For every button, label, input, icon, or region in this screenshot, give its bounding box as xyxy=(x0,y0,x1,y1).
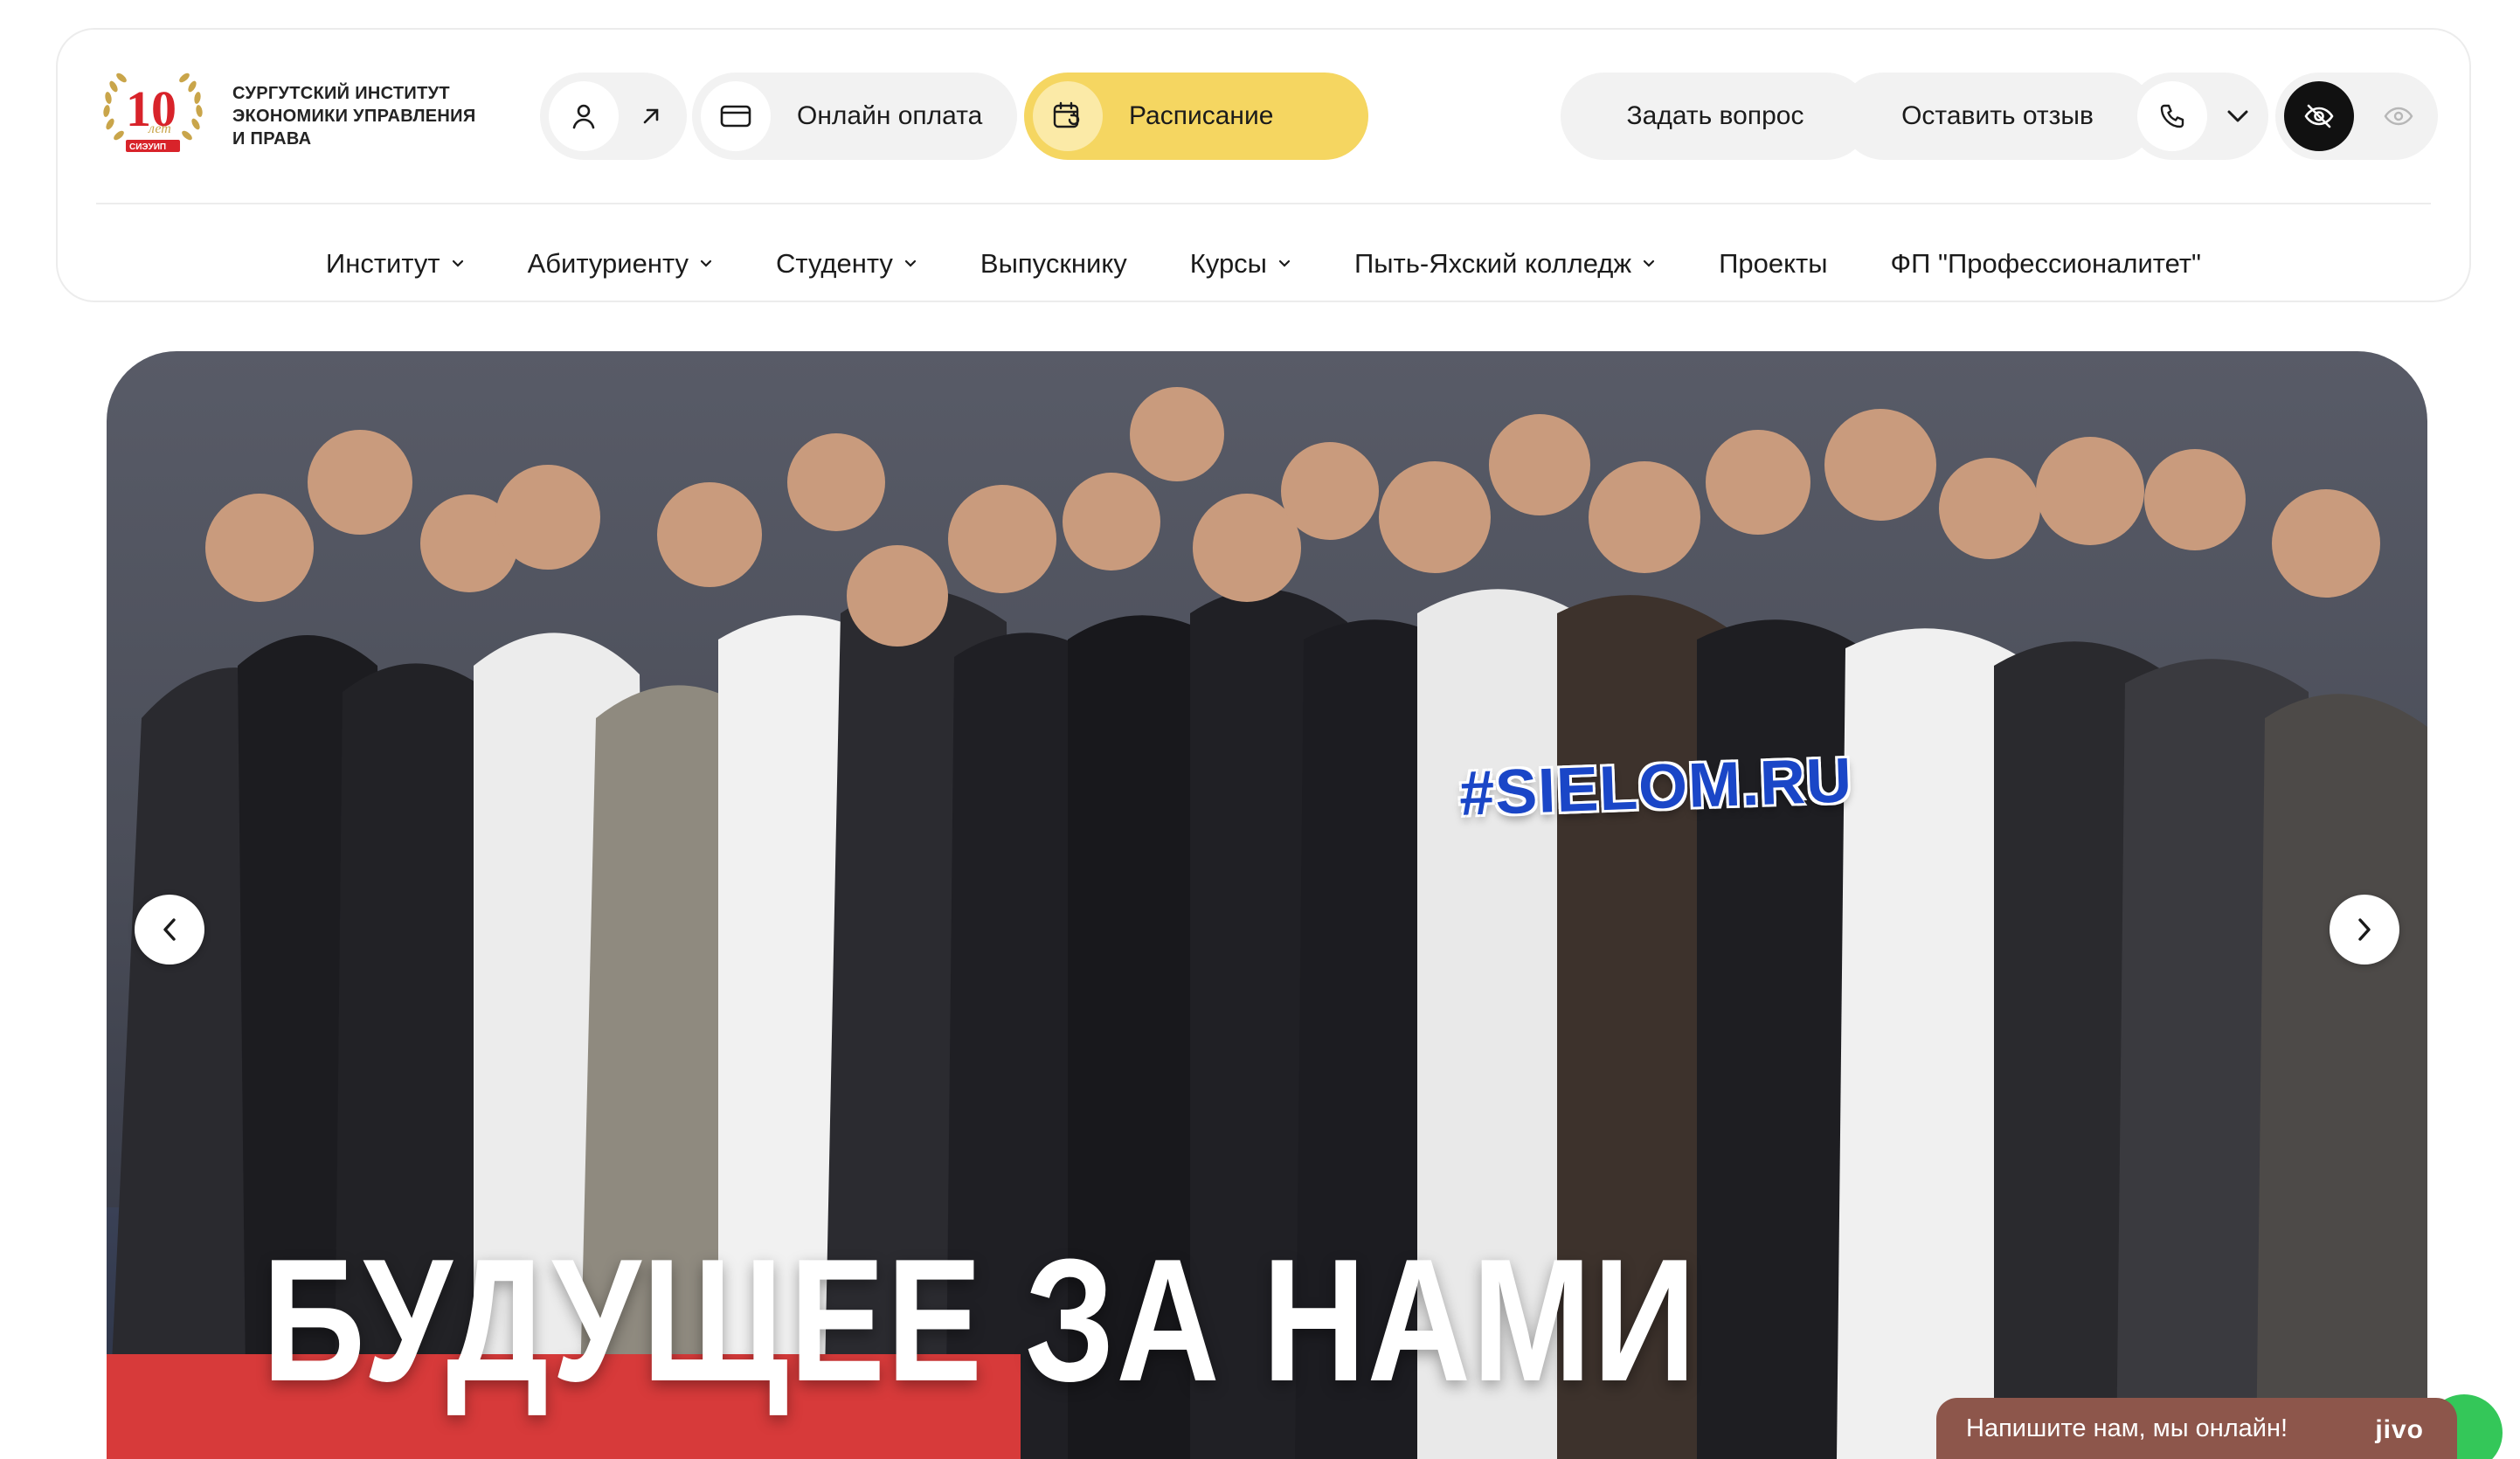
chevron-left-icon xyxy=(163,918,176,941)
online-payment-button[interactable]: Онлайн оплата xyxy=(692,73,1017,160)
eye-icon[interactable] xyxy=(2384,106,2413,127)
chat-message: Напишите нам, мы онлайн! xyxy=(1966,1414,2288,1442)
chat-widget[interactable]: Напишите нам, мы онлайн! jivo xyxy=(1936,1398,2457,1459)
account-pill[interactable] xyxy=(540,73,687,160)
nav-item-label: Курсы xyxy=(1189,248,1267,279)
nav-item-professionalitet[interactable]: ФП "Профессионалитет" xyxy=(1859,248,2233,280)
nav-item-label: Студенту xyxy=(776,248,893,279)
calendar-refresh-icon xyxy=(1053,101,1080,128)
ask-question-button[interactable]: Задать вопрос xyxy=(1561,73,1870,160)
nav-item-student[interactable]: Студенту xyxy=(744,248,949,280)
main-nav: Институт Абитуриенту Студенту Выпускнику… xyxy=(58,239,2469,288)
caret-down-icon xyxy=(1642,259,1656,268)
credit-card-icon xyxy=(720,105,751,128)
schedule-label: Расписание xyxy=(1129,101,1274,130)
nav-item-label: Пыть-Яхский колледж xyxy=(1353,248,1632,279)
institute-name-line2: ЭКОНОМИКИ УПРАВЛЕНИЯ xyxy=(232,107,476,126)
nav-item-projects[interactable]: Проекты xyxy=(1687,248,1859,280)
institute-name-line1: СУРГУТСКИЙ ИНСТИТУТ xyxy=(232,84,450,103)
slider-prev-button[interactable] xyxy=(135,895,204,965)
leave-review-button[interactable]: Оставить отзыв xyxy=(1840,73,2155,160)
institute-logo[interactable]: 10 лет СИЭУИП xyxy=(96,63,210,159)
nav-item-label: Институт xyxy=(325,248,440,279)
nav-item-courses[interactable]: Курсы xyxy=(1159,248,1323,280)
svg-text:СИЭУИП: СИЭУИП xyxy=(129,142,166,152)
header-divider xyxy=(96,203,2431,204)
ask-question-label: Задать вопрос xyxy=(1626,101,1804,130)
phone-button[interactable] xyxy=(2137,81,2207,151)
caret-down-icon xyxy=(451,259,465,268)
nav-item-institute[interactable]: Институт xyxy=(294,248,496,280)
account-button[interactable] xyxy=(549,81,619,151)
leave-review-label: Оставить отзыв xyxy=(1901,101,2094,130)
nav-item-label: Выпускнику xyxy=(980,248,1127,279)
jivo-logo: jivo xyxy=(2375,1415,2424,1444)
phone-dropdown[interactable] xyxy=(2129,73,2268,160)
schedule-icon-wrap xyxy=(1033,81,1103,151)
institute-name-line3: И ПРАВА xyxy=(232,129,312,149)
nav-item-graduate[interactable]: Выпускнику xyxy=(949,248,1159,280)
slider-next-button[interactable] xyxy=(2330,895,2399,965)
institute-name: СУРГУТСКИЙ ИНСТИТУТ ЭКОНОМИКИ УПРАВЛЕНИЯ… xyxy=(232,82,521,150)
nav-item-applicant[interactable]: Абитуриенту xyxy=(496,248,744,280)
user-icon xyxy=(572,104,595,129)
chevron-right-icon xyxy=(2358,918,2371,941)
hero-hashtag: #SIELOM.RU xyxy=(1457,745,1854,829)
caret-down-icon xyxy=(903,259,917,268)
online-payment-label: Онлайн оплата xyxy=(797,101,983,130)
hide-visually-impaired-button[interactable] xyxy=(2284,81,2354,151)
nav-item-label: ФП "Профессионалитет" xyxy=(1890,248,2202,279)
caret-down-icon xyxy=(699,259,713,268)
svg-text:лет: лет xyxy=(148,121,171,136)
chevron-down-icon[interactable] xyxy=(2226,109,2249,123)
external-link-arrow-icon[interactable] xyxy=(640,105,662,128)
nav-item-college[interactable]: Пыть-Яхский колледж xyxy=(1323,248,1687,280)
hero-slider: #SIELOM.RU БУДУЩЕЕ ЗА НАМИ xyxy=(107,351,2427,1459)
accessibility-toggle[interactable] xyxy=(2275,73,2438,160)
site-header: 10 лет СИЭУИП СУРГУТСКИЙ ИНСТИТУТ ЭКОНОМ… xyxy=(56,28,2471,302)
card-icon-wrap xyxy=(701,81,771,151)
caret-down-icon xyxy=(1277,259,1291,268)
hero-title: БУДУЩЕЕ ЗА НАМИ xyxy=(262,1223,1698,1418)
phone-icon xyxy=(2160,104,2184,128)
eye-off-icon xyxy=(2304,104,2334,128)
nav-item-label: Проекты xyxy=(1719,248,1828,279)
nav-item-label: Абитуриенту xyxy=(527,248,689,279)
schedule-button[interactable]: Расписание xyxy=(1024,73,1368,160)
